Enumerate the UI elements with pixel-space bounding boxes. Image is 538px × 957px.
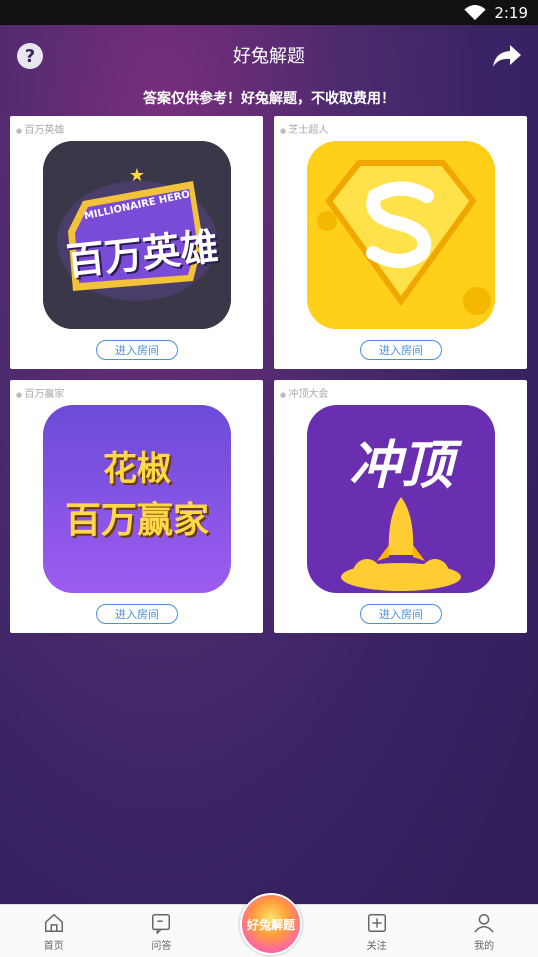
card-name: 百万赢家: [16, 385, 64, 400]
card-name: 芝士超人: [280, 121, 328, 136]
tab-label: 我的: [474, 941, 495, 952]
user-icon: [474, 914, 494, 933]
add-icon: [367, 914, 386, 932]
card-name: 冲顶大会: [280, 385, 328, 400]
millionaire-hero-logo[interactable]: ★ MILLIONAIRE HERO 百万英雄: [43, 141, 231, 329]
enter-room-button[interactable]: 进入房间: [360, 340, 442, 360]
million-winner-logo[interactable]: 花椒 百万赢家: [43, 405, 231, 593]
enter-room-button[interactable]: 进入房间: [96, 340, 178, 360]
tab-label: 问答: [151, 941, 172, 952]
home-icon: [44, 913, 63, 932]
notice-text: 答案仅供参考！好兔解题，不收取费用！: [143, 91, 395, 107]
room-card-cheese-superman[interactable]: 芝士超人 进入房间: [274, 116, 527, 369]
tab-qa[interactable]: 问答: [108, 905, 216, 957]
room-card-million-winner[interactable]: 百万赢家 花椒 百万赢家 进入房间: [10, 380, 263, 633]
wifi-icon: [464, 4, 486, 20]
qa-icon: [152, 914, 171, 934]
cheese-superman-logo[interactable]: [307, 141, 495, 329]
tab-home[interactable]: 首页: [0, 905, 108, 957]
share-icon[interactable]: [492, 43, 522, 69]
tab-label: 关注: [366, 941, 387, 952]
tab-label: 首页: [43, 941, 64, 952]
help-button[interactable]: ?: [17, 43, 43, 69]
enter-room-button[interactable]: 进入房间: [96, 604, 178, 624]
status-time: 2:19: [494, 3, 528, 22]
header: ? 好兔解题: [0, 25, 538, 85]
svg-text:★: ★: [129, 165, 145, 186]
logo-text-bottom: 百万赢家: [64, 500, 209, 541]
page-title: 好兔解题: [233, 46, 305, 67]
tab-mine[interactable]: 我的: [430, 905, 538, 957]
tab-follow[interactable]: 关注: [323, 905, 431, 957]
card-name: 百万英雄: [16, 121, 64, 136]
status-bar: 2:19: [0, 0, 538, 25]
center-app-badge[interactable]: 好兔解题: [240, 893, 302, 955]
enter-room-button[interactable]: 进入房间: [360, 604, 442, 624]
room-card-millionaire-hero[interactable]: 百万英雄 ★ MILLIONAIRE HERO 百万英雄 进入房间: [10, 116, 263, 369]
logo-text-top: 花椒: [103, 449, 171, 489]
room-card-chongding[interactable]: 冲顶大会 冲顶 进入房间: [274, 380, 527, 633]
chongding-logo[interactable]: 冲顶: [307, 405, 495, 593]
